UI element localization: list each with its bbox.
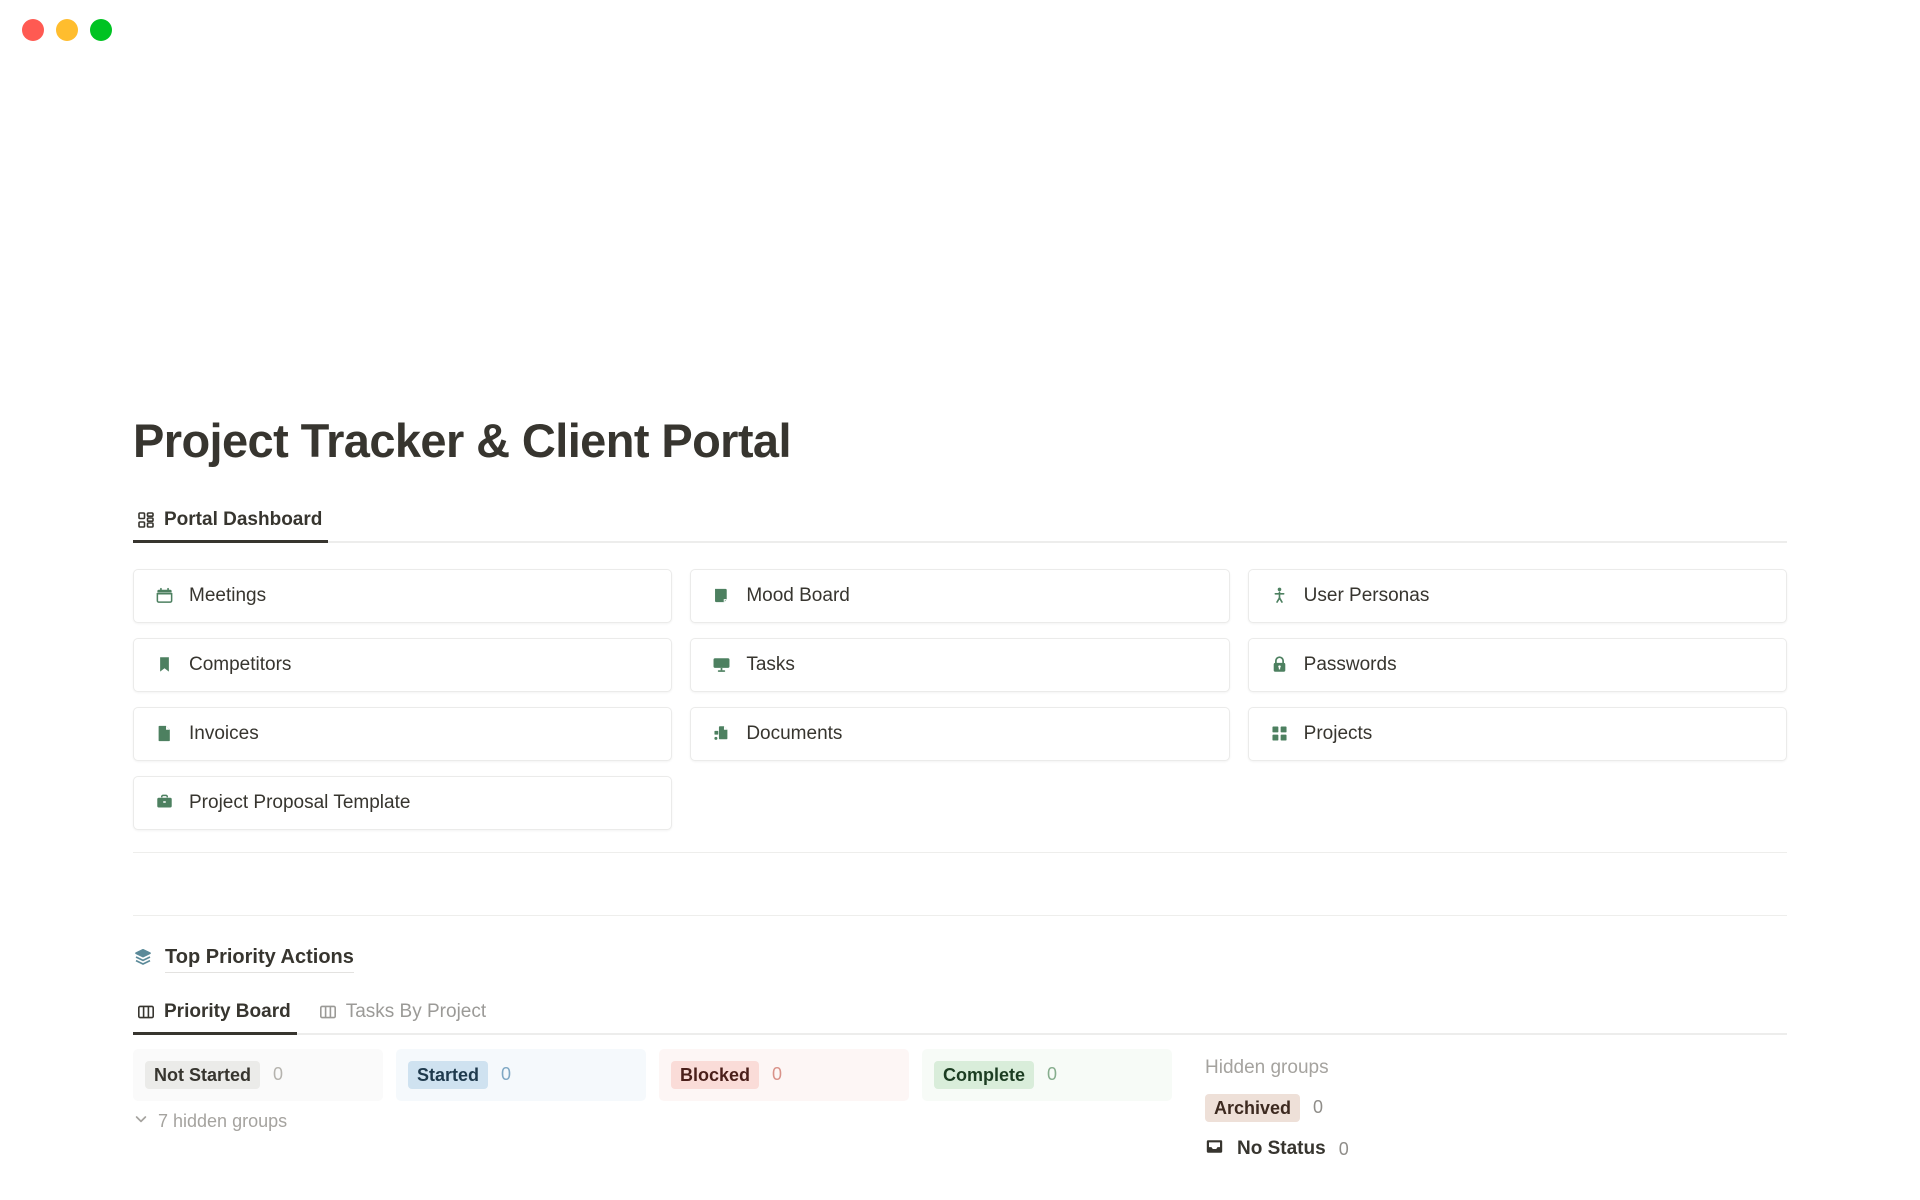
status-count: 0 [1047,1064,1058,1085]
status-badge: Archived [1205,1093,1301,1123]
window-maximize-button[interactable] [90,19,112,41]
card-tasks[interactable]: Tasks [690,637,1230,692]
briefcase-icon [154,792,175,813]
documents-icon [711,723,732,744]
hidden-groups-panel: Hidden groups Archived 0 No Status 0 [1205,1049,1349,1162]
tab-priority-board[interactable]: Priority Board [133,1000,297,1035]
database-card-grid: Meetings Mood Board User Personas Compet… [133,568,1787,830]
status-count: 0 [1313,1097,1324,1118]
hidden-groups-label: 7 hidden groups [158,1111,288,1132]
tab-label: Priority Board [164,1000,291,1022]
card-documents[interactable]: Documents [690,706,1230,761]
grid-squares-icon [137,511,155,529]
card-label: Invoices [189,722,259,744]
status-count: 0 [1338,1138,1349,1159]
window-titlebar [0,0,1920,60]
board-columns-icon [319,1003,337,1021]
card-label: Projects [1303,722,1373,744]
page-content: Project Tracker & Client Portal Portal D… [0,60,1920,1161]
window-close-button[interactable] [22,19,44,41]
status-badge: Started [408,1060,489,1090]
section-top-gap [133,916,1787,946]
card-invoices[interactable]: Invoices [133,706,673,761]
board-tabbar: Priority Board Tasks By Project [133,995,1787,1035]
book-icon [711,585,732,606]
calendar-icon [154,585,175,606]
card-label: Documents [746,722,843,744]
card-label: Tasks [746,653,795,675]
board-columns: Not Started 0 Started 0 Blocked 0 Comple… [133,1048,1172,1102]
card-label: Project Proposal Template [189,791,411,813]
tab-tasks-by-project[interactable]: Tasks By Project [315,1001,492,1033]
card-project-proposal-template[interactable]: Project Proposal Template [133,775,673,830]
card-mood-board[interactable]: Mood Board [690,568,1230,623]
status-badge: Complete [934,1060,1035,1090]
between-dividers-gap [133,853,1787,915]
card-competitors[interactable]: Competitors [133,637,673,692]
hidden-group-no-status[interactable]: No Status 0 [1205,1137,1349,1161]
card-label: User Personas [1303,584,1430,606]
card-label: Passwords [1303,653,1397,675]
section-title: Top Priority Actions [165,946,354,973]
layers-icon [133,947,153,972]
status-badge: Blocked [671,1060,760,1090]
bookmark-icon [154,654,175,675]
status-count: 0 [273,1064,284,1085]
person-icon [1269,585,1290,606]
board-column-blocked[interactable]: Blocked 0 [659,1048,909,1102]
hidden-groups-title: Hidden groups [1205,1056,1329,1078]
page-title: Project Tracker & Client Portal [133,414,792,467]
status-count: 0 [772,1064,783,1085]
card-label: Meetings [189,584,267,606]
priority-board: Not Started 0 Started 0 Blocked 0 Comple… [133,1048,1787,1162]
hidden-group-archived[interactable]: Archived 0 [1205,1093,1349,1123]
inbox-icon [1205,1137,1224,1161]
tab-label: Tasks By Project [345,1000,487,1022]
hidden-groups-toggle[interactable]: 7 hidden groups [133,1111,1172,1132]
board-column-complete[interactable]: Complete 0 [922,1048,1172,1102]
board-column-started[interactable]: Started 0 [396,1048,646,1102]
file-icon [154,723,175,744]
grid-bottom-gap [133,830,1787,852]
card-label: Competitors [189,653,292,675]
card-label: Mood Board [746,584,850,606]
card-projects[interactable]: Projects [1247,706,1787,761]
card-passwords[interactable]: Passwords [1247,637,1787,692]
tab-label: Portal Dashboard [164,508,323,530]
card-user-personas[interactable]: User Personas [1247,568,1787,623]
board-column-not-started[interactable]: Not Started 0 [133,1048,383,1102]
status-label: No Status [1237,1138,1326,1160]
chevron-down-icon [133,1111,149,1132]
top-priority-actions-heading: Top Priority Actions [133,946,1787,973]
lock-icon [1269,654,1290,675]
monitor-icon [711,654,732,675]
window-minimize-button[interactable] [56,19,78,41]
status-badge: Not Started [145,1060,261,1090]
main-tabbar: Portal Dashboard [133,501,1787,543]
grid-blocks-icon [1269,723,1290,744]
board-columns-icon [137,1003,155,1021]
tab-portal-dashboard[interactable]: Portal Dashboard [133,508,329,543]
board-columns-wrapper: Not Started 0 Started 0 Blocked 0 Comple… [133,1048,1172,1133]
status-count: 0 [501,1064,512,1085]
top-spacer [133,60,1787,415]
card-meetings[interactable]: Meetings [133,568,673,623]
